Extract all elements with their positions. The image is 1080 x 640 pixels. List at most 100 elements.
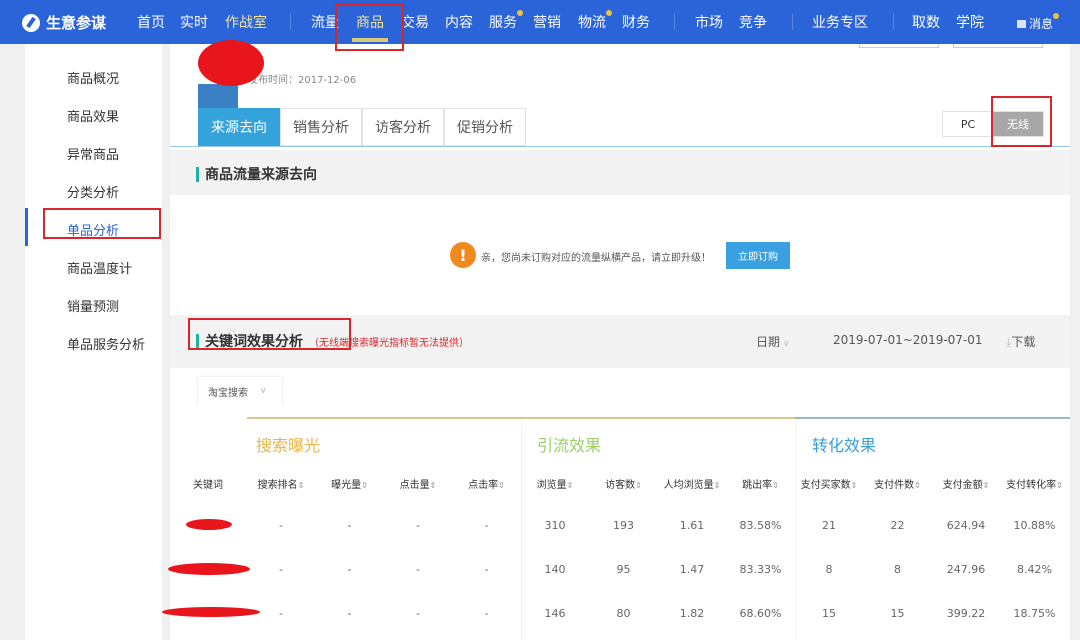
tab-source[interactable]: 来源去向 — [198, 108, 280, 146]
column-header[interactable]: 访客数⇕ — [590, 476, 658, 491]
chevron-down-icon: ∨ — [260, 386, 267, 396]
sidebar: 商品概况 商品效果 异常商品 分类分析 单品分析 商品温度计 销量预测 单品服务… — [25, 44, 162, 640]
table-cell: 83.58% — [739, 519, 782, 532]
sort-icon[interactable]: ⇕ — [714, 481, 721, 490]
column-header[interactable]: 浏览量⇕ — [521, 476, 589, 491]
table-cell: 624.94 — [946, 519, 986, 532]
nav-messages[interactable]: 消息 — [1017, 13, 1060, 32]
subscribe-button[interactable]: 立即订购 — [726, 242, 790, 269]
table-cell: 15 — [822, 607, 836, 620]
source-select[interactable]: 淘宝搜索 ∨ — [198, 377, 282, 405]
nav-academy[interactable]: 学院 — [956, 12, 984, 32]
sidebar-item-overview[interactable]: 商品概况 — [67, 68, 119, 87]
column-label: 访客数 — [605, 480, 636, 491]
group-conversion-effect: 转化效果 — [812, 436, 877, 455]
publish-time: 发布时间：2017-12-06 — [248, 75, 357, 86]
tab-promotion[interactable]: 促销分析 — [444, 108, 526, 146]
column-header[interactable]: 支付件数⇕ — [864, 476, 932, 491]
sort-icon[interactable]: ⇕ — [983, 481, 990, 490]
column-label: 支付金额 — [942, 480, 983, 491]
column-label: 曝光量 — [331, 480, 362, 491]
nav-logistics-label: 物流 — [578, 15, 606, 31]
sort-icon[interactable]: ⇕ — [851, 481, 858, 490]
table-cell: 22 — [890, 519, 905, 532]
nav-war-room[interactable]: 作战室 — [225, 12, 267, 32]
redaction-scribble — [162, 607, 260, 617]
sidebar-item-thermometer[interactable]: 商品温度计 — [67, 258, 132, 277]
badge-dot — [1053, 13, 1060, 19]
column-label: 支付转化率 — [1006, 480, 1057, 491]
sort-icon[interactable]: ⇕ — [567, 481, 574, 490]
download-button[interactable]: ⤓下载 — [1006, 333, 1035, 350]
table-cell: - — [416, 519, 420, 532]
top-nav: 生意参谋 首页 实时 作战室 流量 商品 交易 内容 服务 营销 物流 财务 市… — [0, 0, 1080, 44]
column-header[interactable]: 人均浏览量⇕ — [658, 476, 726, 491]
nav-finance[interactable]: 财务 — [622, 12, 650, 32]
column-label: 支付买家数 — [800, 480, 851, 491]
table-cell: 15 — [890, 607, 905, 620]
table-cell: - — [279, 519, 283, 532]
sort-icon[interactable]: ⇕ — [772, 481, 779, 490]
table-cell: 68.60% — [739, 607, 782, 620]
warning-icon: ! — [450, 242, 476, 268]
nav-home[interactable]: 首页 — [137, 12, 165, 32]
section-title: 商品流量来源去向 — [196, 164, 317, 184]
nav-realtime[interactable]: 实时 — [180, 12, 208, 32]
column-header[interactable]: 支付金额⇕ — [932, 476, 1000, 491]
sort-icon[interactable]: ⇕ — [1056, 481, 1063, 490]
sidebar-item-sales-forecast[interactable]: 销量预测 — [67, 296, 119, 315]
table-cell: 399.22 — [946, 607, 986, 620]
sort-icon[interactable]: ⇕ — [361, 481, 368, 490]
nav-service[interactable]: 服务 — [489, 10, 523, 32]
sidebar-item-category[interactable]: 分类分析 — [67, 182, 119, 201]
sort-icon[interactable]: ⇕ — [430, 481, 437, 490]
column-header[interactable]: 支付转化率⇕ — [1001, 476, 1069, 491]
table-cell: - — [347, 563, 352, 576]
tab-sales[interactable]: 销售分析 — [280, 108, 362, 146]
nav-competition[interactable]: 竞争 — [739, 12, 767, 32]
table-cell: 1.61 — [679, 519, 705, 532]
column-header[interactable]: 关键词 — [174, 476, 242, 491]
sidebar-item-service-analysis[interactable]: 单品服务分析 — [67, 334, 145, 353]
sort-icon[interactable]: ⇕ — [298, 481, 305, 490]
tab-visitors[interactable]: 访客分析 — [362, 108, 444, 146]
redaction-scribble — [186, 519, 232, 530]
annotation-box — [188, 318, 351, 350]
sort-icon[interactable]: ⇕ — [498, 481, 505, 490]
table-cell: 21 — [822, 519, 836, 532]
nav-content[interactable]: 内容 — [445, 12, 473, 32]
brand-logo[interactable]: 生意参谋 — [22, 12, 106, 33]
column-header[interactable]: 点击率⇕ — [453, 476, 521, 491]
divider — [792, 14, 793, 30]
source-section-header: 商品流量来源去向 — [170, 150, 1070, 195]
table-cell: 18.75% — [1013, 607, 1056, 620]
column-header[interactable]: 跳出率⇕ — [727, 476, 795, 491]
device-pc[interactable]: PC — [943, 112, 993, 136]
sidebar-item-effect[interactable]: 商品效果 — [67, 106, 119, 125]
sort-icon[interactable]: ⇕ — [914, 481, 921, 490]
brand-name: 生意参谋 — [46, 14, 107, 32]
column-header[interactable]: 点击量⇕ — [384, 476, 452, 491]
column-label: 跳出率 — [742, 480, 773, 491]
sort-icon[interactable]: ⇕ — [635, 481, 642, 490]
date-label: 日期 — [756, 335, 781, 349]
sidebar-item-abnormal[interactable]: 异常商品 — [67, 144, 119, 163]
column-header[interactable]: 支付买家数⇕ — [795, 476, 863, 491]
header-button[interactable] — [859, 44, 939, 48]
nav-business-zone[interactable]: 业务专区 — [812, 12, 868, 32]
download-label: 下载 — [1011, 335, 1036, 349]
header-button[interactable] — [953, 44, 1043, 48]
table-cell: - — [347, 607, 352, 620]
date-picker[interactable]: 日期 ∨ — [756, 333, 789, 350]
nav-logistics[interactable]: 物流 — [578, 10, 612, 32]
table-cell: 10.88% — [1013, 519, 1056, 532]
nav-data-fetch[interactable]: 取数 — [912, 12, 940, 32]
table-cell: - — [484, 607, 489, 620]
nav-market[interactable]: 市场 — [695, 12, 723, 32]
column-header[interactable]: 搜索排名⇕ — [247, 476, 315, 491]
nav-marketing[interactable]: 营销 — [533, 12, 561, 32]
table-cell: 8 — [894, 563, 901, 576]
table-cell: - — [416, 563, 420, 576]
column-header[interactable]: 曝光量⇕ — [316, 476, 384, 491]
nav-trade[interactable]: 交易 — [401, 12, 429, 32]
